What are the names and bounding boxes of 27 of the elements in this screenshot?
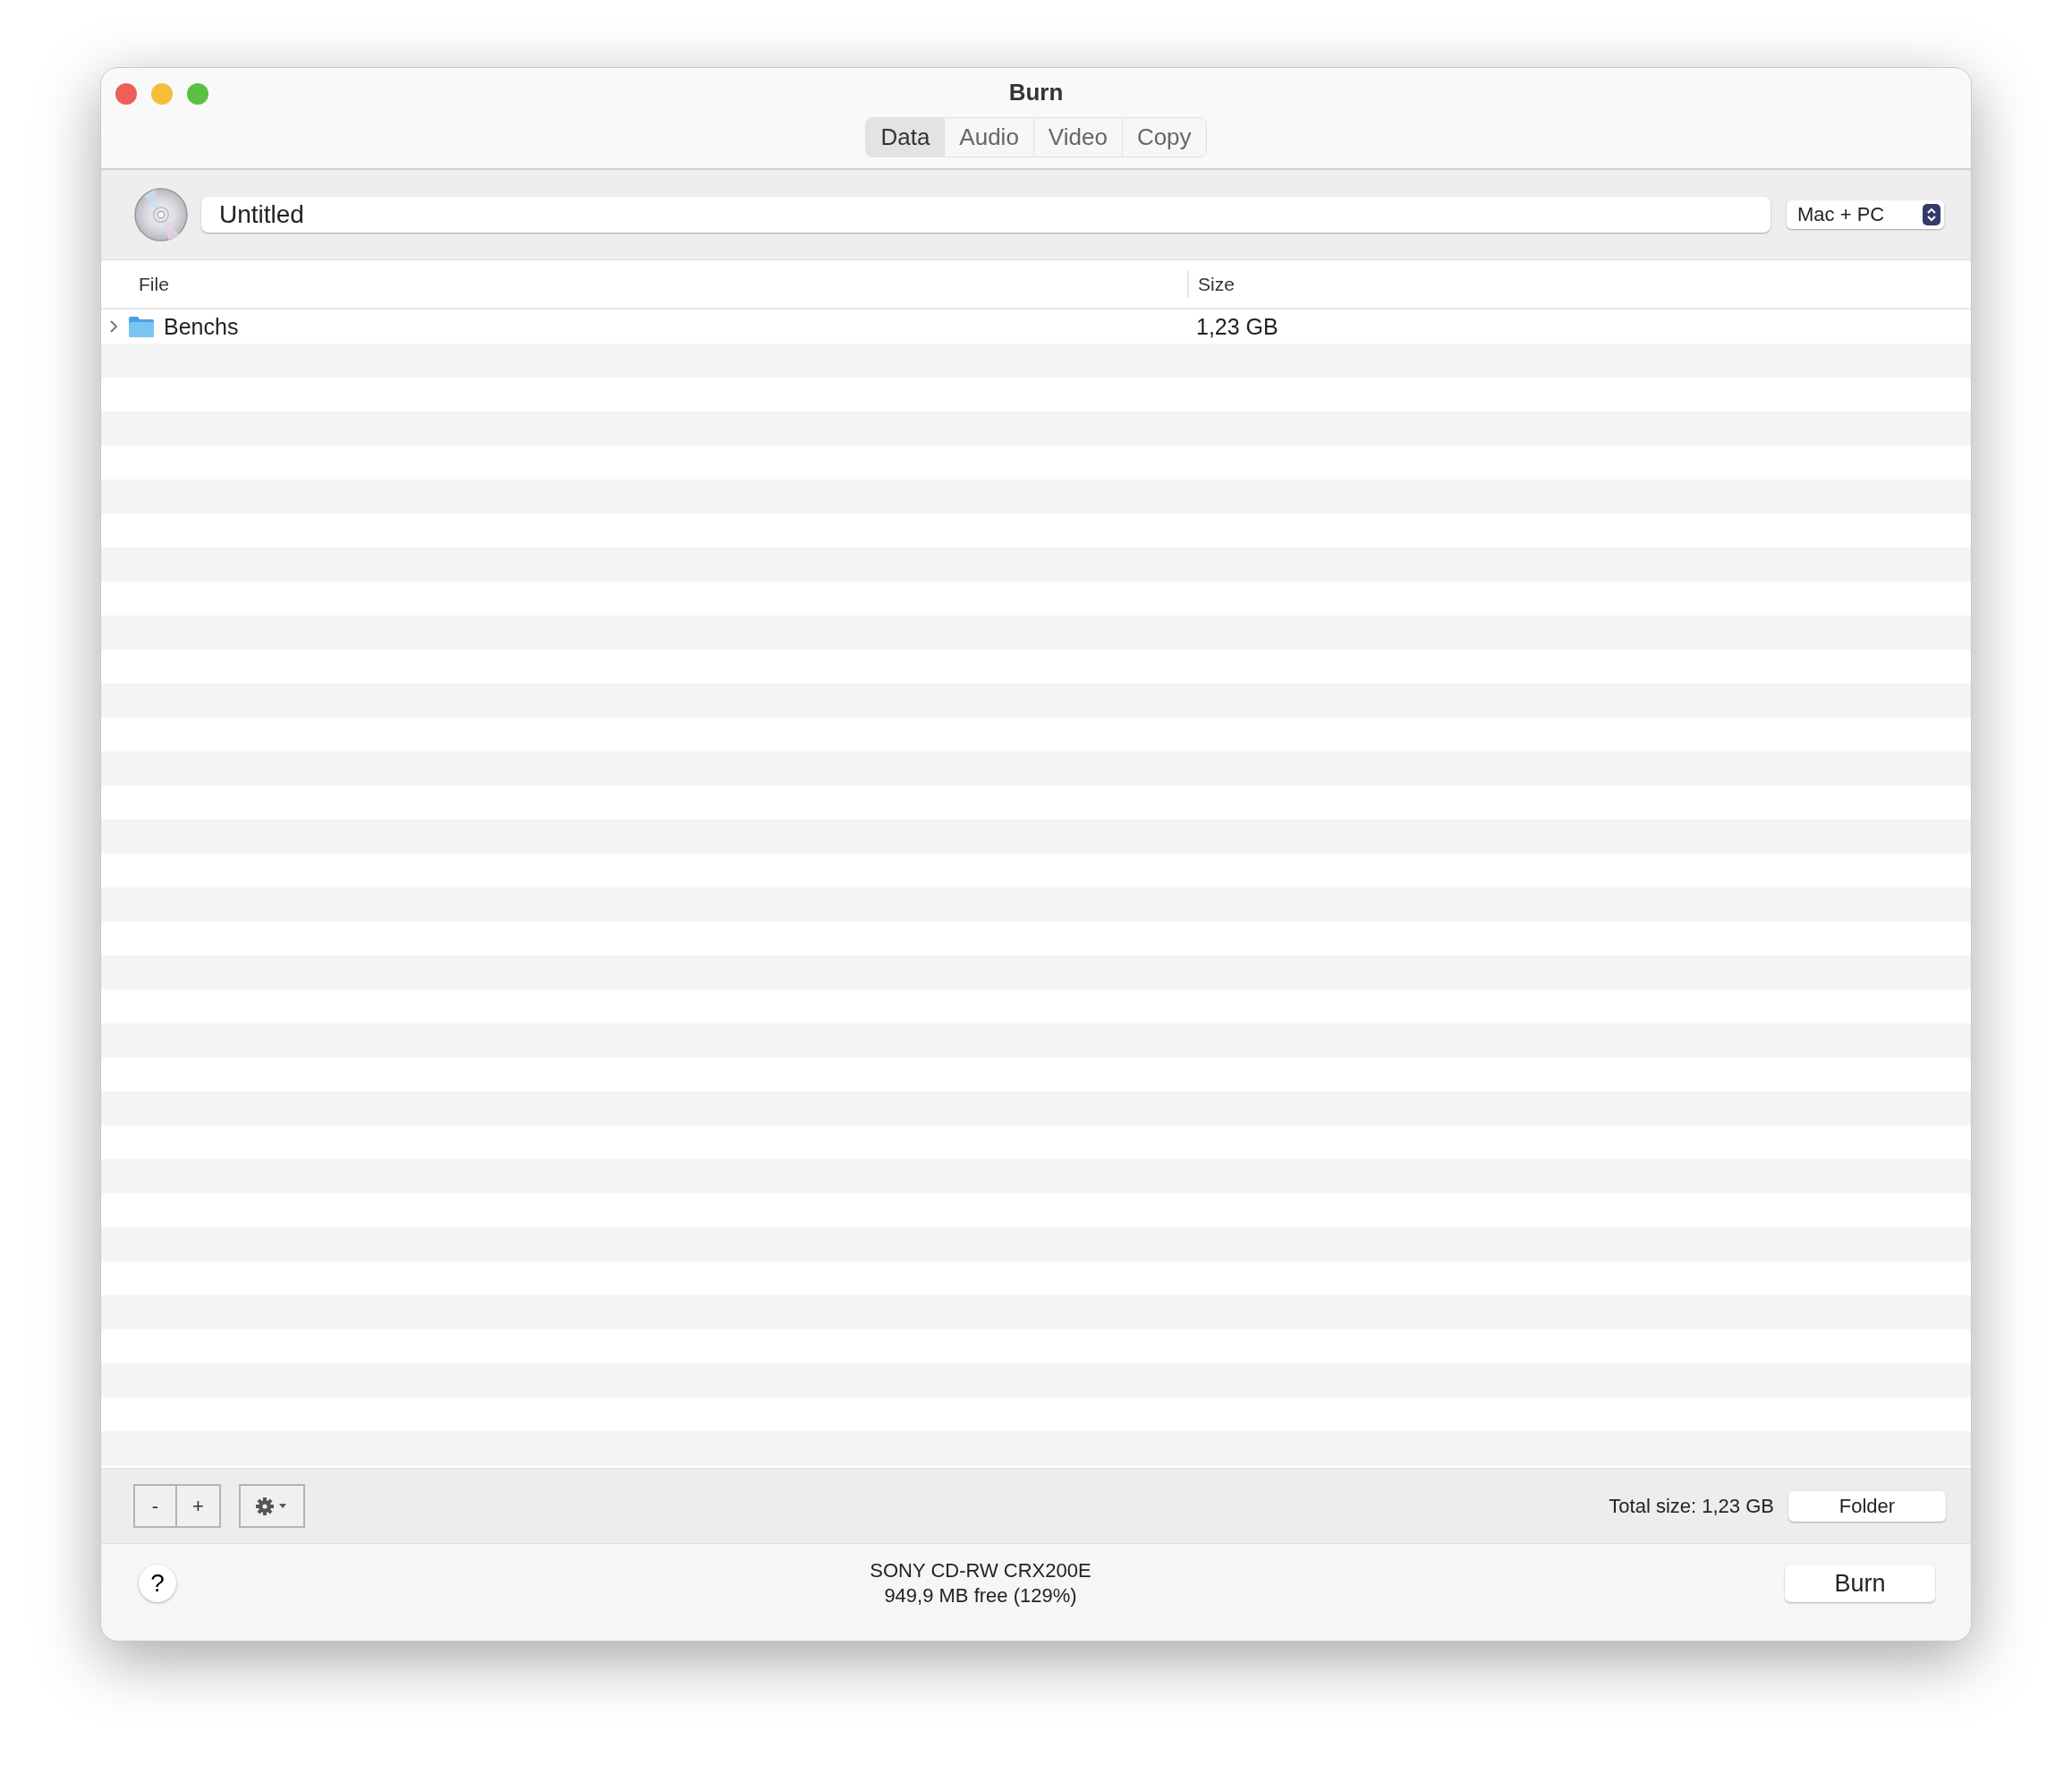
- free-space-label: 949,9 MB free (129%): [884, 1583, 1077, 1608]
- total-size-label: Total size: 1,23 GB: [1609, 1494, 1774, 1518]
- drive-name: SONY CD-RW CRX200E: [870, 1558, 1091, 1583]
- action-menu-button[interactable]: [239, 1484, 305, 1528]
- disclosure-icon[interactable]: [108, 318, 119, 335]
- tab[interactable]: Video: [1032, 118, 1122, 157]
- minimize-button[interactable]: [151, 83, 173, 105]
- tab[interactable]: Data: [866, 118, 945, 157]
- help-button[interactable]: ?: [139, 1565, 176, 1602]
- tab[interactable]: Copy: [1121, 118, 1206, 157]
- add-button[interactable]: +: [177, 1484, 221, 1528]
- close-button[interactable]: [115, 83, 137, 105]
- column-header[interactable]: File: [101, 273, 1187, 295]
- folder-button[interactable]: Folder: [1788, 1490, 1946, 1522]
- format-popup[interactable]: Mac + PC: [1787, 200, 1944, 229]
- file-name: Benchs: [164, 313, 239, 340]
- burn-button[interactable]: Burn: [1785, 1565, 1935, 1602]
- zoom-button[interactable]: [187, 83, 208, 105]
- disc-icon: [133, 187, 189, 242]
- disc-name-field[interactable]: Untitled: [201, 197, 1771, 233]
- column-header[interactable]: Size: [1187, 270, 1971, 298]
- stepper-icon: [1923, 204, 1940, 225]
- window-title: Burn: [1008, 79, 1064, 106]
- folder-icon: [128, 315, 155, 338]
- file-size: 1,23 GB: [1196, 313, 1278, 339]
- remove-button[interactable]: -: [133, 1484, 177, 1528]
- tab[interactable]: Audio: [944, 118, 1033, 157]
